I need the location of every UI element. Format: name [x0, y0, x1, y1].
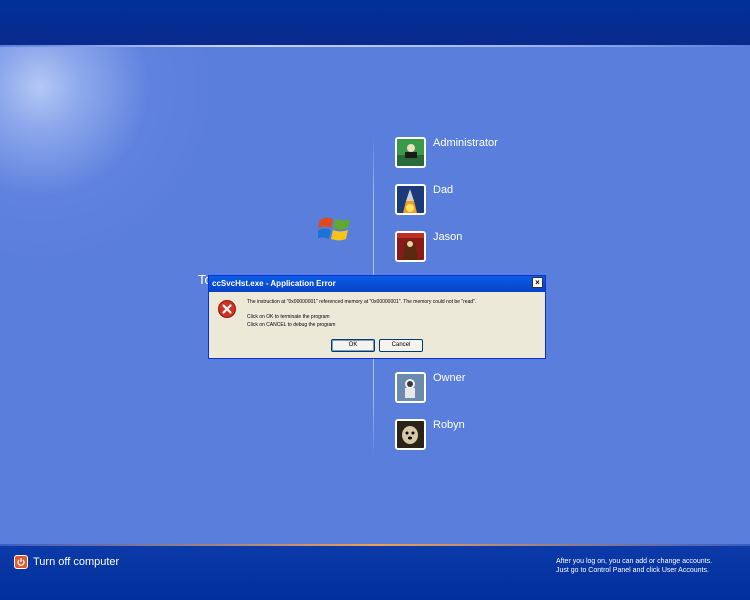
- ok-instruction: Click on OK to terminate the program: [247, 314, 330, 320]
- user-tile-administrator[interactable]: Administrator: [395, 137, 498, 169]
- user-tile-owner[interactable]: Owner: [395, 372, 465, 404]
- close-icon[interactable]: ×: [532, 277, 543, 288]
- ok-button[interactable]: OK: [331, 339, 375, 352]
- hint-line-2: Just go to Control Panel and click User …: [556, 567, 709, 574]
- horse-avatar-icon: [395, 231, 426, 262]
- user-name: Dad: [433, 184, 454, 196]
- account-hint: After you log on, you can add or change …: [556, 557, 746, 575]
- top-bar: [0, 0, 750, 45]
- user-name: Jason: [433, 231, 463, 243]
- turn-off-computer-button[interactable]: Turn off computer: [14, 555, 119, 569]
- user-tile-dad[interactable]: Dad: [395, 184, 453, 216]
- rocket-avatar-icon: [395, 184, 426, 215]
- turn-off-label: Turn off computer: [33, 556, 120, 568]
- user-tile-robyn[interactable]: Robyn: [395, 419, 465, 451]
- user-name: Robyn: [433, 419, 465, 431]
- astronaut-avatar-icon: [395, 372, 426, 403]
- dog-avatar-icon: [395, 419, 426, 450]
- cancel-instruction: Click on CANCEL to debug the program: [247, 322, 336, 328]
- user-name: Administrator: [433, 137, 498, 149]
- hint-line-1: After you log on, you can add or change …: [556, 558, 713, 565]
- error-message: The instruction at "0x00000001" referenc…: [247, 299, 477, 305]
- dialog-title: ccSvcHst.exe - Application Error: [212, 279, 336, 288]
- chess-avatar-icon: [395, 137, 426, 168]
- dialog-title-bar: ccSvcHst.exe - Application Error ×: [209, 276, 545, 292]
- application-error-dialog: ccSvcHst.exe - Application Error × The i…: [208, 275, 546, 359]
- error-icon: [218, 300, 236, 318]
- user-tile-jason[interactable]: Jason: [395, 231, 462, 263]
- user-name: Owner: [433, 372, 466, 384]
- windows-logo-icon: [318, 217, 350, 241]
- power-icon: [14, 555, 28, 569]
- cancel-button[interactable]: Cancel: [379, 339, 423, 352]
